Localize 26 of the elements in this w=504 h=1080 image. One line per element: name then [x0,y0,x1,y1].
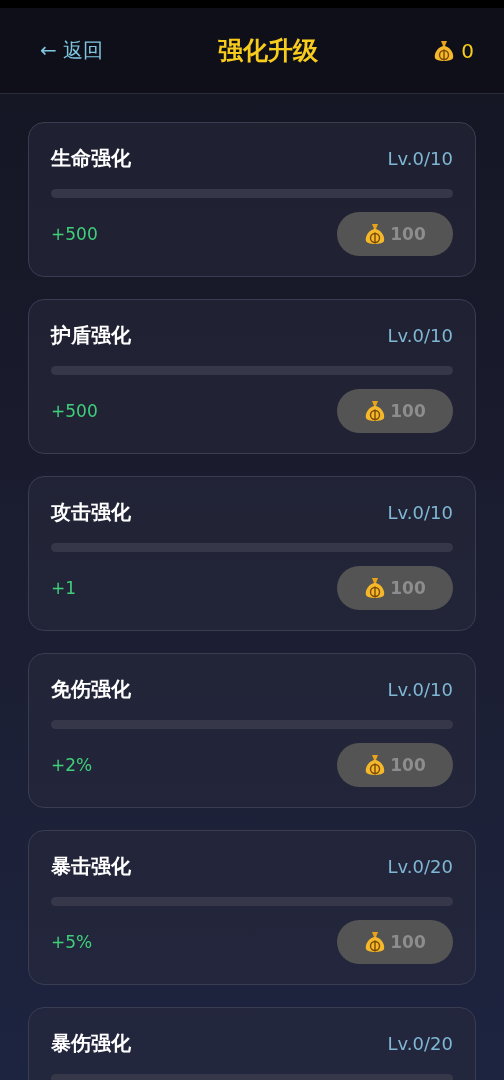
money-bag-icon [364,753,387,777]
level-text: Lv.0/20 [387,1033,453,1054]
level-text: Lv.0/10 [387,325,453,346]
money-bag-icon [364,399,387,423]
upgrade-name: 攻击强化 [51,499,131,526]
coin-count: 0 [461,38,474,63]
level-text: Lv.0/20 [387,856,453,877]
upgrade-name: 生命强化 [51,145,131,172]
effect-value: +500 [51,401,98,421]
effect-value: +2% [51,755,93,775]
level-text: Lv.0/10 [387,148,453,169]
upgrade-name: 暴击强化 [51,853,131,880]
back-link[interactable]: ← 返回 [40,37,104,64]
upgrade-name: 护盾强化 [51,322,131,349]
upgrade-name: 暴伤强化 [51,1030,131,1057]
page-title: 强化升级 [218,35,319,67]
effect-value: +5% [51,932,93,952]
money-bag-icon [364,222,387,246]
money-bag-icon [433,38,456,63]
upgrade-name: 免伤强化 [51,676,131,703]
level-text: Lv.0/10 [387,679,453,700]
money-bag-icon [364,930,387,954]
effect-value: +1 [51,578,77,598]
level-text: Lv.0/10 [387,502,453,523]
money-bag-icon [364,576,387,600]
effect-value: +500 [51,224,98,244]
